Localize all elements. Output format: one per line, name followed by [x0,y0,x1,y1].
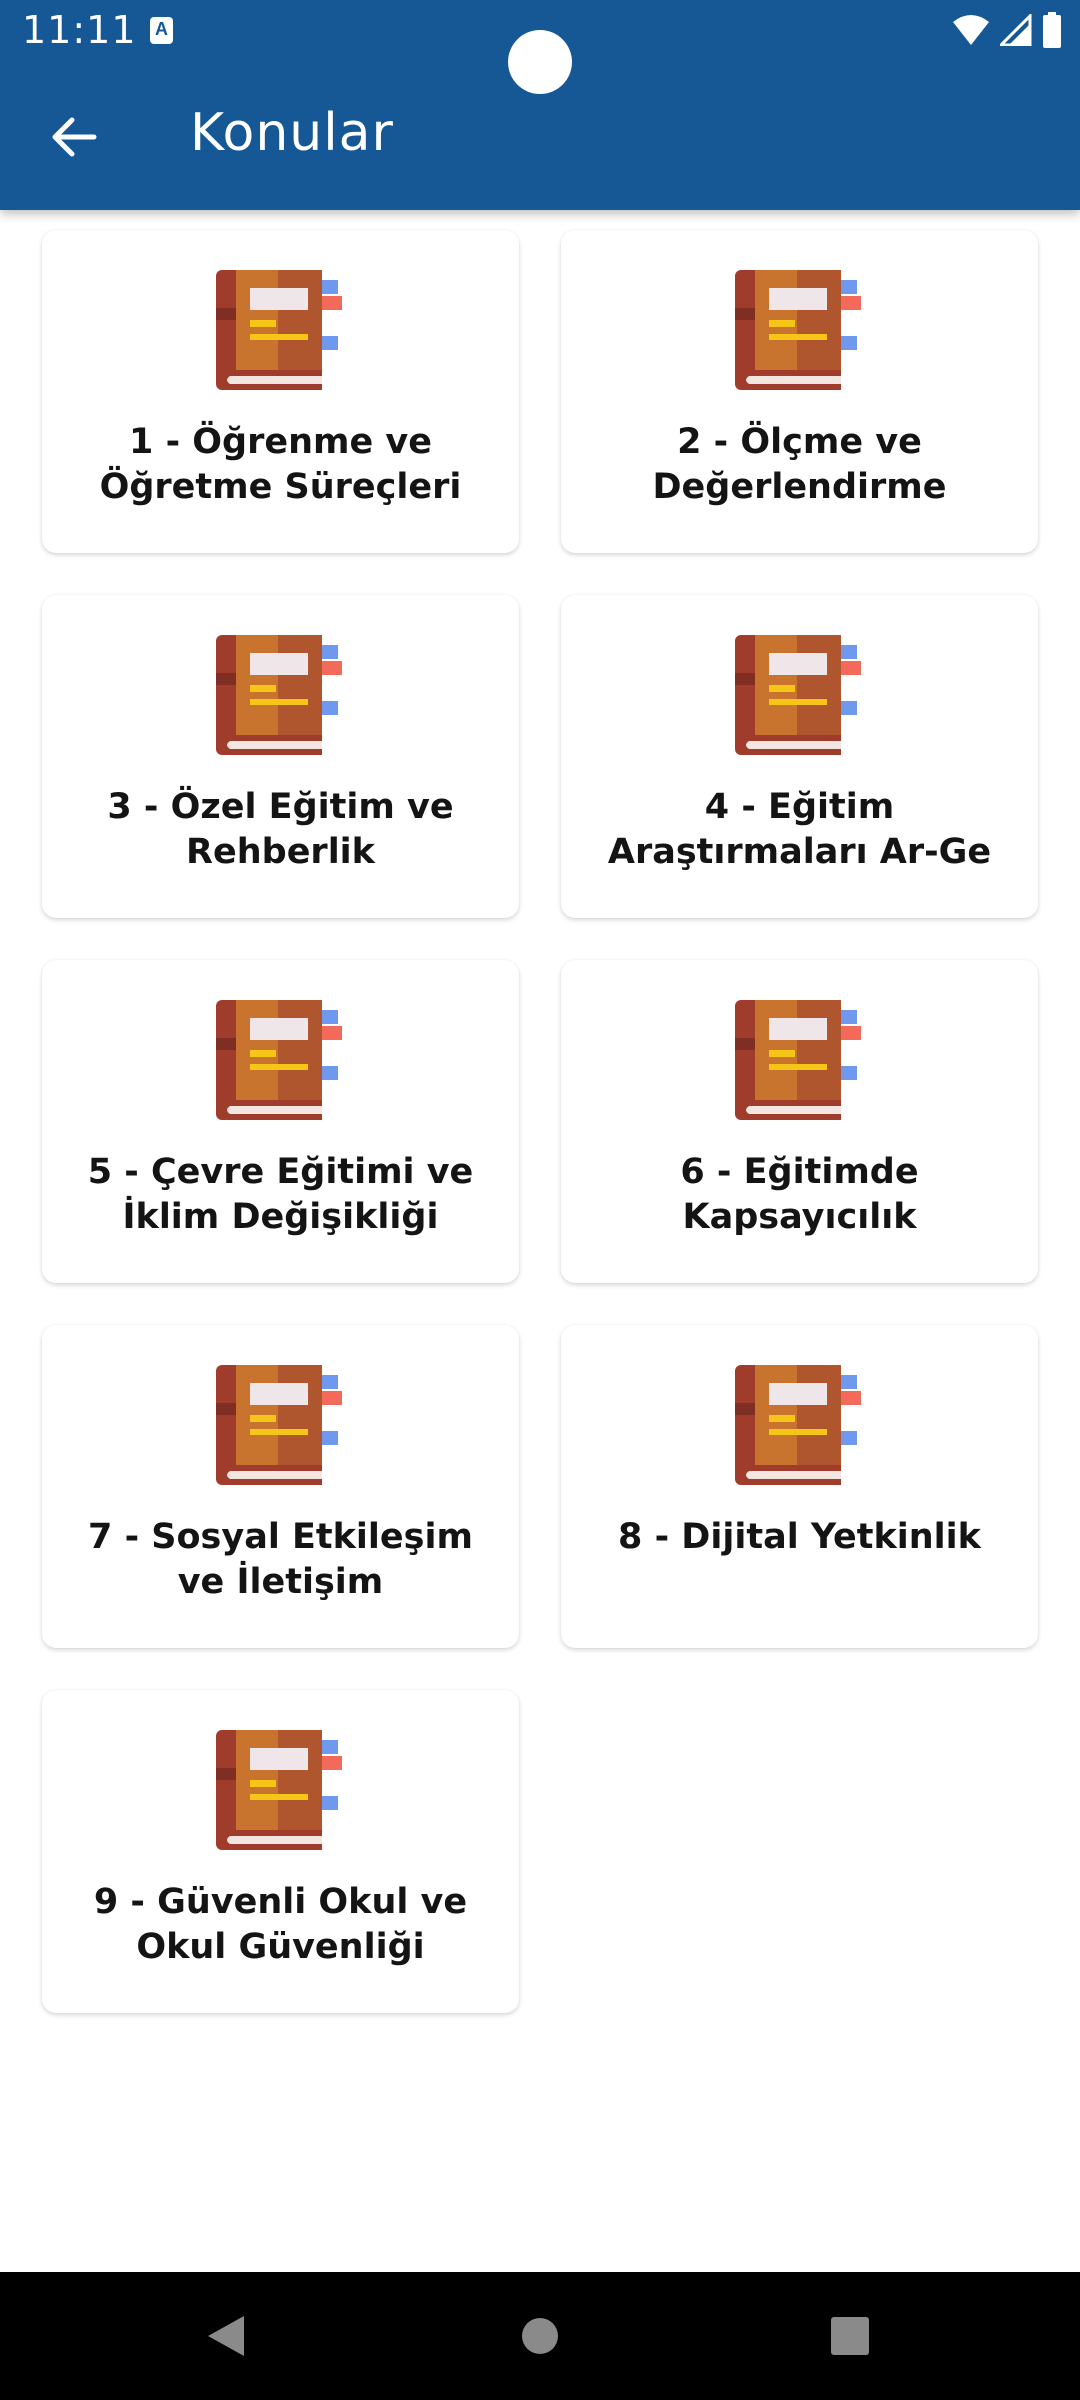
topic-card-9[interactable]: 9 - Güvenli Okul ve Okul Güvenliği [42,1690,519,2013]
arrow-left-icon [52,117,97,157]
battery-icon [1043,12,1061,48]
topic-title: 9 - Güvenli Okul ve Okul Güvenliği [93,1882,468,1967]
notification-icon: A [150,17,173,44]
topic-title: 1 - Öğrenme ve Öğretme Süreçleri [99,422,462,507]
topic-card-8[interactable]: 8 - Dijital Yetkinlik [561,1325,1038,1648]
topic-card-6[interactable]: 6 - Eğitimde Kapsayıcılık [561,960,1038,1283]
status-time: 11:11 [22,8,137,52]
book-icon [214,633,344,763]
topic-card-2[interactable]: 2 - Ölçme ve Değerlendirme [561,230,1038,553]
topic-title: 8 - Dijital Yetkinlik [618,1517,981,1557]
book-icon [733,633,863,763]
nav-recents-button[interactable] [820,2306,880,2366]
book-icon [733,1363,863,1493]
status-bar: 11:11 A [0,0,1080,94]
book-icon [214,1363,344,1493]
book-icon [214,998,344,1128]
app-header: 11:11 A Konular [0,0,1080,210]
topic-card-3[interactable]: 3 - Özel Eğitim ve Rehberlik [42,595,519,918]
topic-card-7[interactable]: 7 - Sosyal Etkileşim ve İletişim [42,1325,519,1648]
book-icon [733,998,863,1128]
signal-icon [1000,14,1032,46]
topics-grid: 1 - Öğrenme ve Öğretme Süreçleri 2 - Ölç… [42,230,1038,2013]
nav-back-button[interactable] [196,2306,256,2366]
topic-title: 2 - Ölçme ve Değerlendirme [652,422,947,507]
book-icon [214,1728,344,1858]
status-icons [952,12,1062,48]
page-title: Konular [190,103,394,163]
topic-title: 4 - Eğitim Araştırmaları Ar-Ge [607,787,992,872]
topic-card-4[interactable]: 4 - Eğitim Araştırmaları Ar-Ge [561,595,1038,918]
wifi-icon [953,15,989,45]
topic-title: 5 - Çevre Eğitimi ve İklim Değişikliği [87,1152,474,1237]
triangle-back-icon [208,2316,244,2356]
nav-home-button[interactable] [510,2306,570,2366]
system-nav-bar [0,2272,1080,2400]
topic-title: 7 - Sosyal Etkileşim ve İletişim [88,1517,473,1602]
back-button[interactable] [34,101,114,173]
book-icon [733,268,863,398]
book-icon [214,268,344,398]
topic-title: 3 - Özel Eğitim ve Rehberlik [107,787,454,872]
topic-title: 6 - Eğitimde Kapsayıcılık [680,1152,919,1237]
square-recents-icon [831,2317,869,2355]
topic-card-5[interactable]: 5 - Çevre Eğitimi ve İklim Değişikliği [42,960,519,1283]
topics-list[interactable]: 1 - Öğrenme ve Öğretme Süreçleri 2 - Ölç… [0,210,1080,2272]
toolbar: Konular [0,63,1080,210]
topic-card-1[interactable]: 1 - Öğrenme ve Öğretme Süreçleri [42,230,519,553]
circle-home-icon [522,2318,558,2354]
